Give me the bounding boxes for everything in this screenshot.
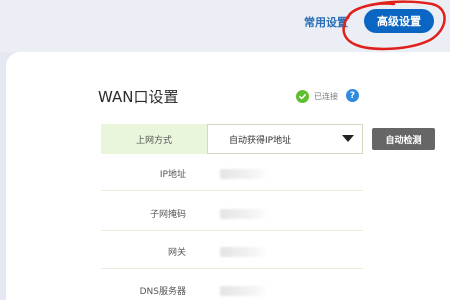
top-nav-bar: 常用设置 高级设置 [0,0,450,52]
divider [101,230,363,231]
connection-status: 已连接 [296,89,338,103]
nav-common-settings[interactable]: 常用设置 [304,14,348,30]
ip-address-value [220,169,268,179]
caret-down-icon [342,135,354,142]
ip-address-label: IP地址 [159,170,186,180]
advanced-settings-button[interactable]: 高级设置 [364,9,434,33]
status-text: 已连接 [314,91,338,101]
connection-mode-value: 自动获得IP地址 [229,135,292,146]
divider [101,190,363,191]
gateway-value [220,247,268,257]
connection-mode-select[interactable]: 自动获得IP地址 [207,124,363,154]
dns-server-label: DNS服务器 [139,287,186,297]
connection-mode-label: 上网方式 [135,135,172,146]
check-icon [296,89,309,103]
divider [101,268,363,269]
gateway-label: 网关 [167,248,186,258]
subnet-mask-value [220,209,268,219]
auto-detect-button[interactable]: 自动检测 [372,128,435,150]
page-title: WAN口设置 [98,88,179,106]
dns-server-value [220,286,268,296]
help-icon[interactable]: ? [346,89,359,102]
subnet-mask-label: 子网掩码 [149,210,186,220]
